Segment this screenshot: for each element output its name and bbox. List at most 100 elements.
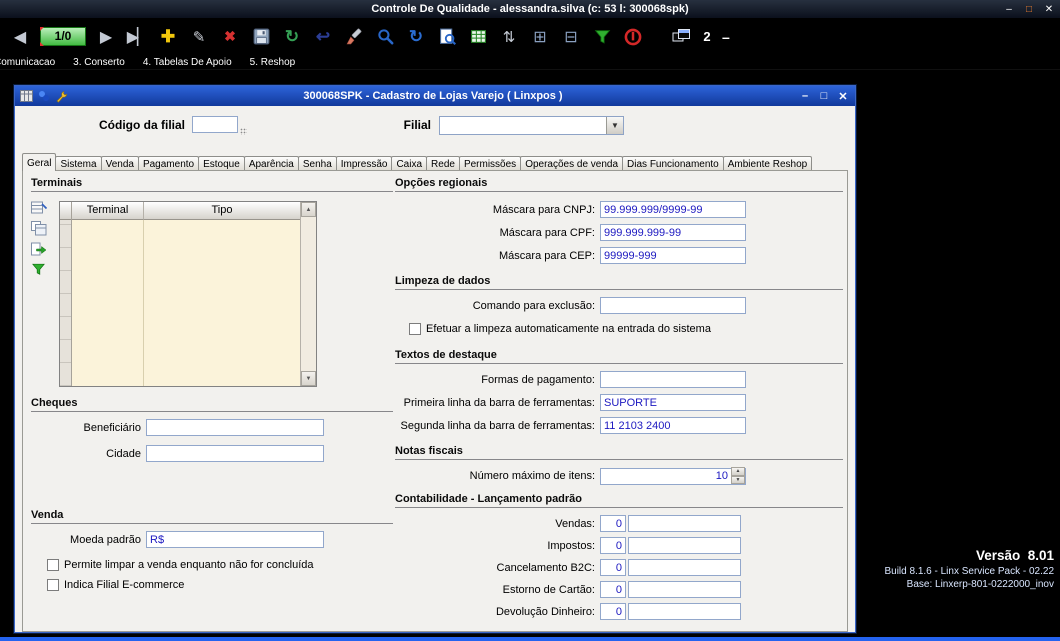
last-record-button[interactable]: ▶▏ [126, 26, 150, 48]
menu-item-tabelas-de-apoio[interactable]: 4. Tabelas De Apoio [143, 57, 232, 68]
checkbox-limpeza-automatica[interactable]: Efetuar a limpeza automaticamente na ent… [409, 323, 711, 335]
copy-rows-button[interactable] [31, 221, 51, 236]
grid-tool-button[interactable] [20, 90, 33, 102]
cancelamento-b2c-desc-input[interactable] [628, 559, 741, 576]
devolucao-dinheiro-code-input[interactable] [600, 603, 626, 620]
export-rows-button[interactable] [31, 242, 51, 256]
estorno-cartao-desc-input[interactable] [628, 581, 741, 598]
column-header-terminal[interactable]: Terminal [72, 202, 144, 220]
estorno-cartao-code-input[interactable] [600, 581, 626, 598]
edit-record-button[interactable]: ✎ [188, 26, 210, 48]
moeda-padrao-input[interactable] [146, 531, 324, 548]
minimize-icon[interactable]: – [1002, 4, 1016, 15]
grid-scrollbar[interactable]: ▲ ▼ [300, 202, 316, 386]
tab-pagamento[interactable]: Pagamento [137, 156, 200, 171]
first-record-button[interactable]: ◀ [9, 26, 31, 48]
mdi-maximize-button[interactable]: □ [817, 90, 831, 102]
scroll-up-icon[interactable]: ▲ [301, 202, 316, 217]
checkbox-icon[interactable] [47, 579, 59, 591]
stop-button[interactable] [622, 26, 644, 48]
segunda-linha-input[interactable] [600, 417, 746, 434]
devolucao-dinheiro-row: Devolução Dinheiro: [395, 603, 741, 620]
tab-geral[interactable]: Geral [22, 153, 57, 171]
grid-body[interactable] [72, 220, 300, 386]
tab-senha[interactable]: Senha [297, 156, 337, 171]
scroll-down-icon[interactable]: ▼ [301, 371, 316, 386]
search-button[interactable] [374, 26, 396, 48]
components-button[interactable] [38, 90, 50, 102]
refresh-record-button[interactable]: ↻ [281, 26, 303, 48]
cascade-windows-button[interactable] [670, 26, 692, 48]
mdi-minimize-button[interactable]: – [798, 90, 812, 102]
collapse-toolbar-button[interactable]: – [722, 29, 730, 45]
stop-icon [624, 28, 642, 45]
close-icon[interactable]: ✕ [1042, 4, 1056, 15]
checkbox-icon[interactable] [47, 559, 59, 571]
formas-pagamento-row: Formas de pagamento: [395, 371, 746, 388]
delete-record-button[interactable]: ✖ [219, 26, 241, 48]
filter-rows-button[interactable] [31, 262, 51, 276]
primeira-linha-input[interactable] [600, 394, 746, 411]
tab-permissoes[interactable]: Permissões [458, 156, 522, 171]
spreadsheet-button[interactable] [467, 26, 489, 48]
mdi-close-button[interactable]: ✕ [836, 90, 850, 103]
clean-button[interactable] [343, 26, 365, 48]
tab-dias-funcionamento[interactable]: Dias Funcionamento [622, 156, 724, 171]
mascara-cep-input[interactable] [600, 247, 746, 264]
menu-item-reshop[interactable]: 5. Reshop [250, 57, 296, 68]
tools-button[interactable] [55, 90, 68, 103]
vendas-desc-input[interactable] [628, 515, 741, 532]
beneficiario-input[interactable] [146, 419, 324, 436]
add-query-button[interactable]: ⊞ [529, 26, 551, 48]
maximize-icon[interactable]: □ [1022, 4, 1036, 15]
add-record-button[interactable]: ✚ [157, 26, 179, 48]
checkbox-icon[interactable] [409, 323, 421, 335]
terminais-grid[interactable]: Terminal Tipo ▲ ▼ [59, 201, 317, 387]
impostos-code-input[interactable] [600, 537, 626, 554]
filter-button[interactable] [591, 26, 613, 48]
tab-impressao[interactable]: Impressão [335, 156, 393, 171]
remove-query-button[interactable]: ⊟ [560, 26, 582, 48]
checkbox-indica-filial-ecommerce[interactable]: Indica Filial E-commerce [47, 579, 184, 591]
devolucao-dinheiro-desc-input[interactable] [628, 603, 741, 620]
combo-dropdown-button[interactable]: ▼ [606, 117, 623, 134]
preview-button[interactable] [436, 26, 458, 48]
cancelamento-b2c-code-input[interactable] [600, 559, 626, 576]
filial-combo[interactable]: ▼ [439, 116, 624, 135]
max-itens-input[interactable] [600, 467, 746, 485]
tab-caixa[interactable]: Caixa [391, 156, 428, 171]
checkbox-permite-limpar-venda[interactable]: Permite limpar a venda enquanto não for … [47, 559, 314, 571]
menu-item-comunicacao[interactable]: Comunicacao [0, 57, 55, 68]
mdi-titlebar[interactable]: 300068SPK - Cadastro de Lojas Varejo ( L… [15, 86, 855, 106]
vendas-code-input[interactable] [600, 515, 626, 532]
comando-exclusao-label: Comando para exclusão: [472, 299, 595, 312]
comando-exclusao-input[interactable] [600, 297, 746, 314]
tab-sistema[interactable]: Sistema [55, 156, 102, 171]
next-record-button[interactable]: ▶ [95, 26, 117, 48]
codigo-filial-input[interactable] [192, 116, 238, 133]
undo-button[interactable]: ↩ [312, 26, 334, 48]
sort-button[interactable]: ⇅ [498, 26, 520, 48]
tab-operacoes-de-venda[interactable]: Operações de venda [520, 156, 624, 171]
insert-row-button[interactable] [31, 201, 51, 215]
impostos-desc-input[interactable] [628, 537, 741, 554]
spin-down-icon[interactable]: ▼ [731, 475, 745, 484]
tab-estoque[interactable]: Estoque [198, 156, 245, 171]
tab-ambiente-reshop[interactable]: Ambiente Reshop [722, 156, 813, 171]
mascara-cnpj-input[interactable] [600, 201, 746, 218]
spin-up-icon[interactable]: ▲ [731, 467, 745, 476]
tab-venda[interactable]: Venda [100, 156, 139, 171]
mascara-cpf-input[interactable] [600, 224, 746, 241]
menu-item-conserto[interactable]: 3. Conserto [73, 57, 125, 68]
formas-pagamento-input[interactable] [600, 371, 746, 388]
tab-aparencia[interactable]: Aparência [243, 156, 299, 171]
sync-button[interactable]: ↻ [405, 26, 427, 48]
checkbox-label: Indica Filial E-commerce [64, 579, 185, 591]
tab-rede[interactable]: Rede [426, 156, 460, 171]
group-header-limpeza: Limpeza de dados [395, 275, 843, 290]
save-button[interactable] [250, 26, 272, 48]
insert-row-icon [31, 201, 47, 214]
column-header-tipo[interactable]: Tipo [144, 202, 300, 220]
cidade-input[interactable] [146, 445, 324, 462]
funnel-icon [594, 30, 610, 44]
